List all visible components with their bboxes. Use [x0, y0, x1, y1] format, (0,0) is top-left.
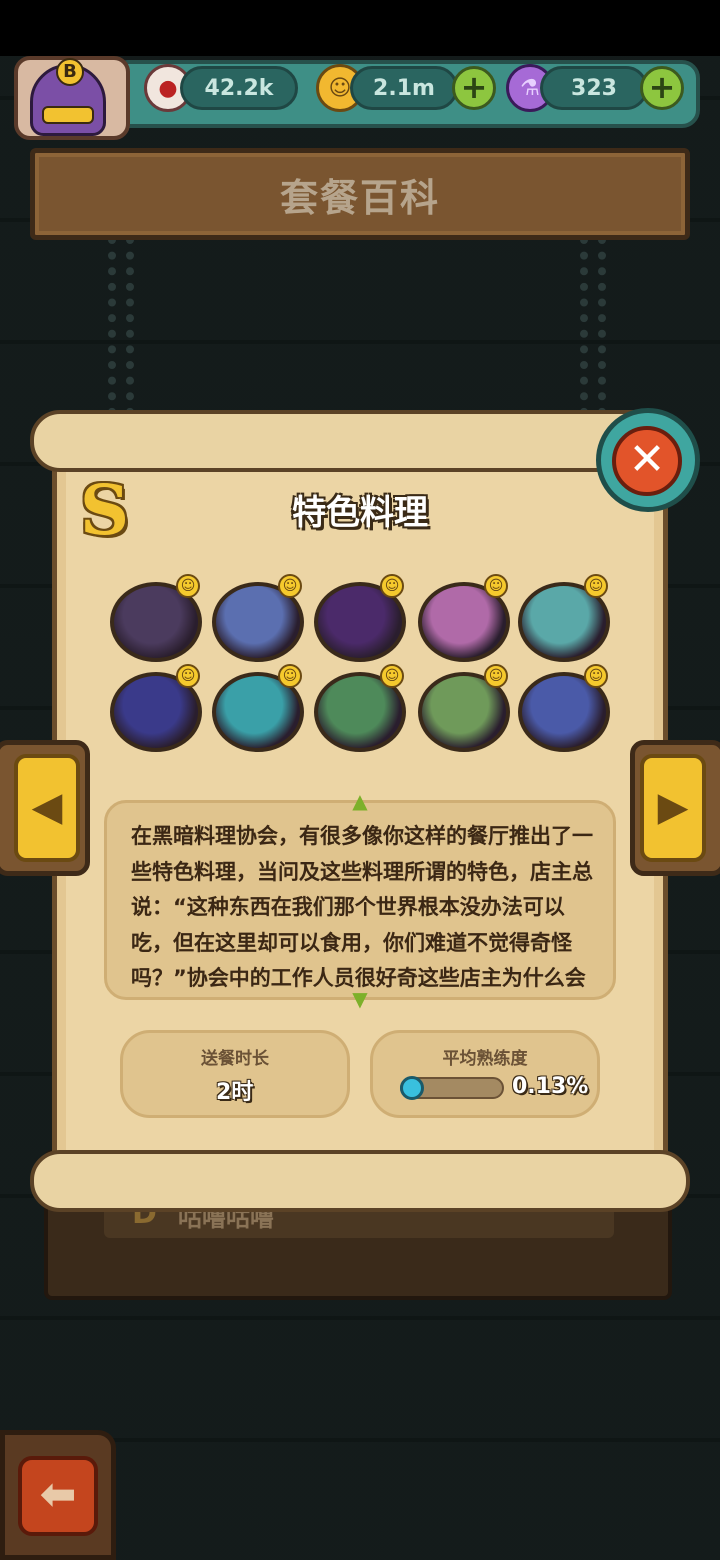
potion-count: 323 [540, 66, 648, 110]
back-button[interactable]: ⬅ [18, 1456, 98, 1536]
mastery-label: 平均熟练度 [442, 1049, 528, 1069]
profile-grade-badge: B [56, 58, 84, 86]
description-text: 在黑暗料理协会，有很多像你这样的餐厅推出了一些特色料理，当问及这些料理所谓的特色… [131, 824, 593, 990]
close-icon: ✕ [628, 434, 666, 485]
close-button[interactable]: ✕ [612, 426, 682, 496]
delivery-time-label: 送餐时长 [201, 1049, 269, 1069]
add-coins-button[interactable]: + [452, 66, 496, 110]
status-bar [0, 0, 720, 56]
add-potions-button[interactable]: + [640, 66, 684, 110]
delivery-time-value: 2时 [216, 1080, 254, 1105]
dish-face-icon: ☺ [584, 664, 608, 688]
dish-face-icon: ☺ [278, 574, 302, 598]
coin-count-text: 2.1m [373, 75, 435, 101]
chain-right [580, 236, 606, 416]
chain-left [108, 236, 134, 416]
dish-face-icon: ☺ [176, 574, 200, 598]
dish-face-icon: ☺ [584, 574, 608, 598]
scroll-up-icon[interactable]: ▲ [348, 791, 372, 811]
arrow-left-icon: ◀ [31, 784, 63, 830]
dish-face-icon: ☺ [484, 664, 508, 688]
coin-count: 2.1m [350, 66, 458, 110]
dish-face-icon: ☺ [176, 664, 200, 688]
arrow-right-icon: ▶ [657, 784, 689, 830]
panel-title: 特色料理 [292, 493, 428, 533]
dish-face-icon: ☺ [484, 574, 508, 598]
dish-face-icon: ☺ [278, 664, 302, 688]
mastery-progress-knob [400, 1076, 424, 1100]
page-title: 套餐百科 [279, 175, 440, 220]
description-box[interactable]: 在黑暗料理协会，有很多像你这样的餐厅推出了一些特色料理，当问及这些料理所谓的特色… [104, 800, 616, 1000]
scroll-top-rod [30, 410, 670, 472]
prev-button[interactable]: ◀ [14, 754, 80, 862]
dish-face-icon: ☺ [380, 574, 404, 598]
eyeball-count-text: 42.2k [204, 75, 274, 101]
dish-face-icon: ☺ [380, 664, 404, 688]
back-arrow-icon: ⬅ [39, 1469, 77, 1520]
grade-badge: S [80, 471, 130, 551]
mastery-value: 0.13% [512, 1074, 589, 1099]
profile-avatar-teeth [42, 106, 94, 124]
eyeball-count: 42.2k [180, 66, 298, 110]
next-button[interactable]: ▶ [640, 754, 706, 862]
potion-count-text: 323 [571, 75, 617, 101]
scroll-down-icon[interactable]: ▼ [348, 989, 372, 1009]
scroll-bottom-rod [30, 1150, 690, 1212]
